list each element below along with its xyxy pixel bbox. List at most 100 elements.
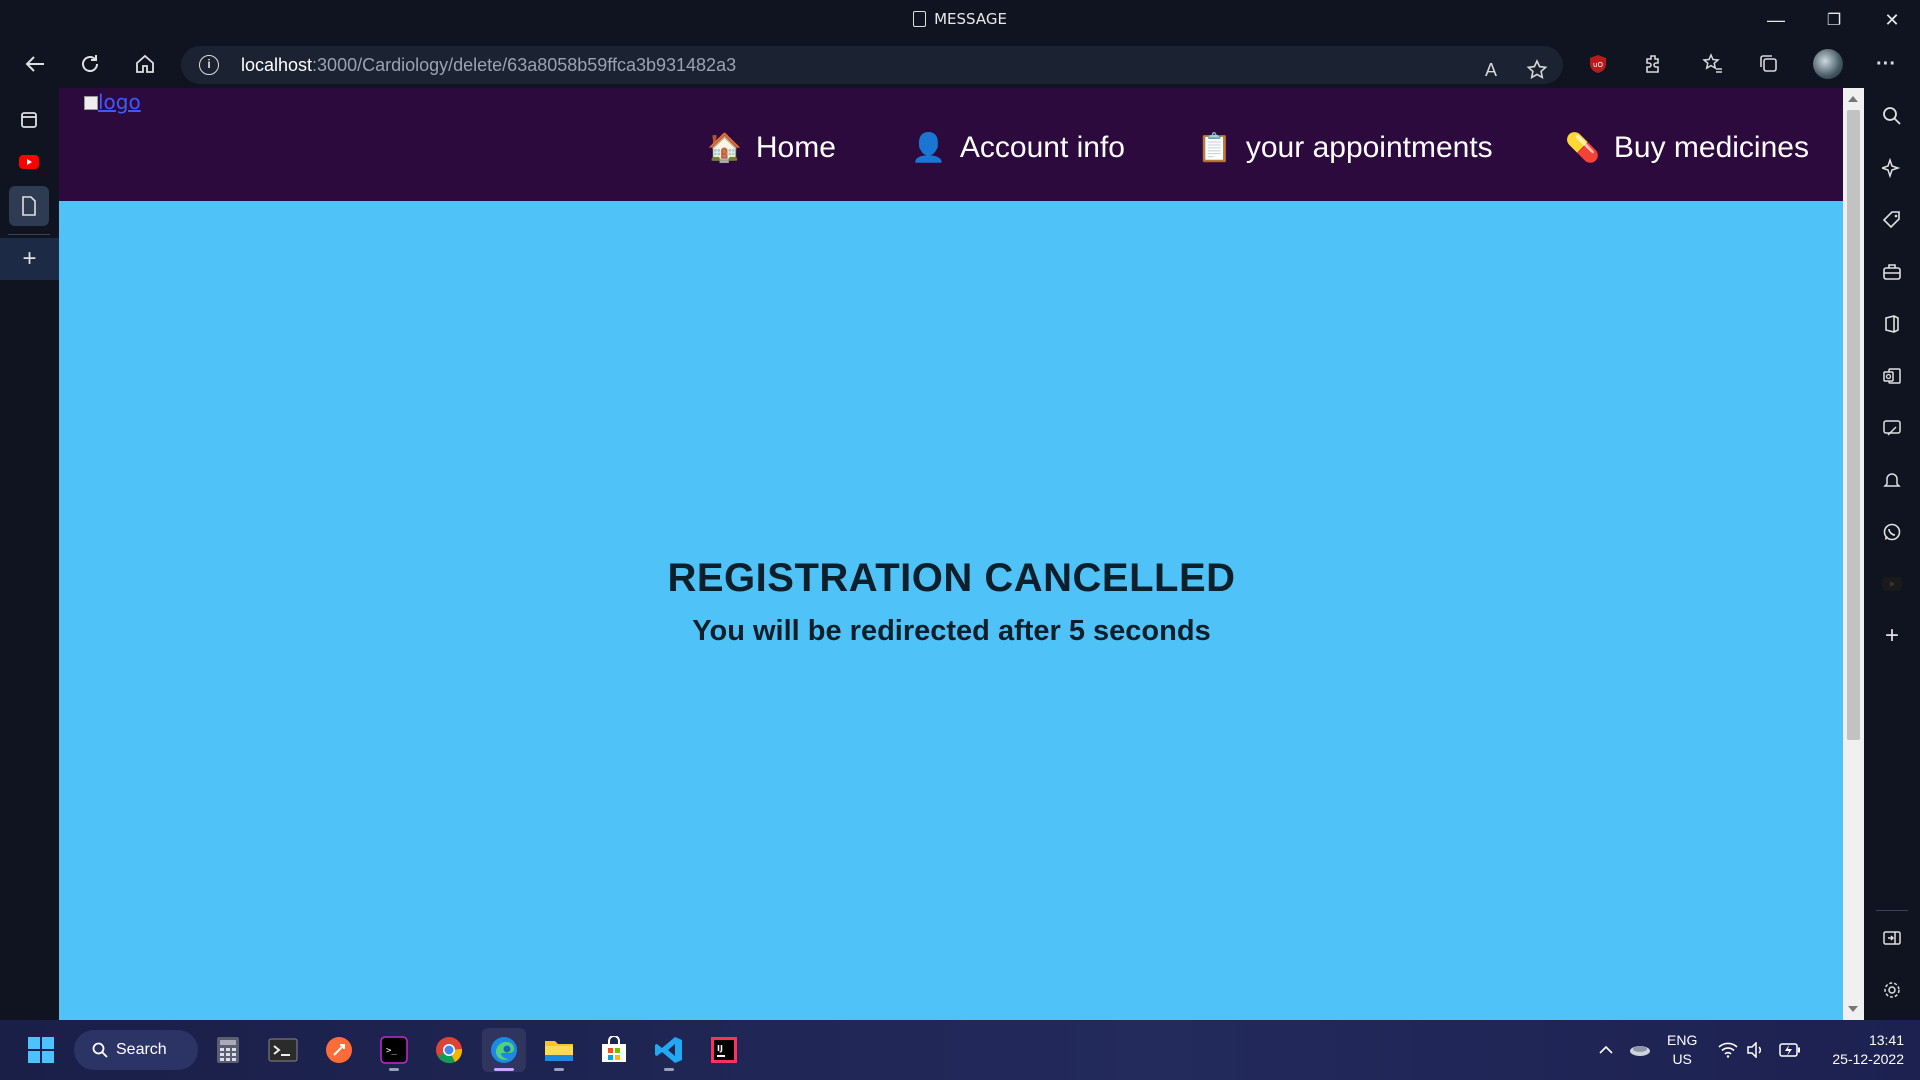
- home-icon: 🏠: [707, 132, 742, 163]
- sidebar-add-icon[interactable]: +: [1872, 616, 1912, 656]
- svg-text:>_: >_: [386, 1046, 397, 1056]
- chrome-app[interactable]: [427, 1028, 471, 1072]
- broken-image-icon: [84, 96, 98, 110]
- sidebar-hide-icon[interactable]: [1872, 918, 1912, 958]
- terminal-app[interactable]: [261, 1028, 305, 1072]
- browser-toolbar: i localhost:3000/Cardiology/delete/63a80…: [0, 40, 1920, 88]
- sidebar-youtube-icon[interactable]: [1872, 564, 1912, 604]
- running-indicator: [554, 1068, 564, 1071]
- scroll-up-icon[interactable]: [1848, 96, 1858, 102]
- start-button[interactable]: [19, 1028, 63, 1072]
- home-button[interactable]: [125, 46, 165, 82]
- clock-date: 25-12-2022: [1832, 1051, 1904, 1067]
- sidebar-bell-icon[interactable]: [1872, 460, 1912, 500]
- language-indicator[interactable]: ENG US: [1667, 1020, 1697, 1080]
- volume-tray[interactable]: [1746, 1020, 1764, 1080]
- page-scrollbar[interactable]: [1843, 88, 1864, 1020]
- profile-avatar[interactable]: [1808, 46, 1848, 82]
- sidebar-sparkle-icon[interactable]: [1872, 148, 1912, 188]
- file-explorer-app[interactable]: [537, 1028, 581, 1072]
- home-icon: [136, 54, 154, 73]
- nav-account-info[interactable]: 👤 Account info: [911, 128, 1125, 168]
- sidebar-divider: [1876, 910, 1908, 911]
- info-icon[interactable]: i: [199, 55, 219, 75]
- vertical-tabs-panel: +: [0, 88, 59, 1020]
- sidebar-drop-icon[interactable]: [1872, 408, 1912, 448]
- running-indicator: [389, 1068, 399, 1071]
- nav-buy-medicines[interactable]: 💊 Buy medicines: [1565, 128, 1809, 168]
- intellij-icon: IJ: [711, 1037, 737, 1063]
- back-arrow-icon: [25, 56, 44, 72]
- store-app[interactable]: [592, 1028, 636, 1072]
- add-favorite-icon[interactable]: [1517, 52, 1557, 88]
- tab-actions-icon: [21, 112, 37, 128]
- clock[interactable]: 13:41 25-12-2022: [1816, 1020, 1904, 1080]
- terminal-icon: [268, 1038, 298, 1062]
- calculator-app[interactable]: [206, 1028, 250, 1072]
- collections-icon[interactable]: [1749, 46, 1789, 82]
- battery-tray[interactable]: [1779, 1020, 1801, 1080]
- message-heading: REGISTRATION CANCELLED: [667, 556, 1236, 600]
- sidebar-shopping-tag-icon[interactable]: [1872, 200, 1912, 240]
- new-tab-button[interactable]: +: [0, 238, 59, 280]
- onedrive-tray[interactable]: [1629, 1020, 1651, 1080]
- edge-app[interactable]: [482, 1028, 526, 1072]
- favorites-icon[interactable]: [1693, 46, 1733, 82]
- window-title: MESSAGE: [0, 10, 1920, 28]
- window-title-bar: MESSAGE — ❐ ✕: [0, 0, 1920, 40]
- minimize-button[interactable]: —: [1748, 0, 1804, 40]
- svg-text:IJ: IJ: [717, 1044, 723, 1053]
- url-text[interactable]: localhost:3000/Cardiology/delete/63a8058…: [241, 55, 736, 76]
- intellij-app[interactable]: IJ: [702, 1028, 746, 1072]
- sidebar-tools-icon[interactable]: [1872, 252, 1912, 292]
- sidebar-settings-icon[interactable]: [1872, 970, 1912, 1010]
- postman-app[interactable]: [317, 1028, 361, 1072]
- scroll-down-icon[interactable]: [1848, 1006, 1858, 1012]
- nav-your-appointments[interactable]: 📋 your appointments: [1197, 128, 1493, 168]
- clipboard-icon: 📋: [1197, 132, 1232, 163]
- search-icon: [92, 1042, 108, 1058]
- document-icon: [22, 196, 36, 216]
- document-icon: [913, 11, 927, 27]
- vscode-icon: [655, 1037, 682, 1063]
- cancellation-message: REGISTRATION CANCELLED You will be redir…: [59, 556, 1844, 648]
- sidebar-search-icon[interactable]: [1872, 96, 1912, 136]
- sidebar-outlook-icon[interactable]: [1872, 356, 1912, 396]
- battery-charging-icon: [1779, 1043, 1800, 1057]
- chevron-up-icon: [1599, 1045, 1613, 1054]
- tab-message[interactable]: [9, 186, 49, 226]
- scroll-thumb[interactable]: [1847, 110, 1860, 740]
- svg-text:uO: uO: [1593, 61, 1603, 69]
- sidebar-office-icon[interactable]: [1872, 304, 1912, 344]
- settings-more-button[interactable]: ···: [1866, 46, 1906, 82]
- close-button[interactable]: ✕: [1864, 0, 1920, 40]
- redirect-notice: You will be redirected after 5 seconds: [692, 615, 1211, 647]
- show-hidden-icons[interactable]: [1598, 1020, 1614, 1080]
- wifi-tray[interactable]: [1718, 1020, 1738, 1080]
- back-button[interactable]: [15, 46, 55, 82]
- chrome-icon: [436, 1037, 463, 1064]
- sidebar-whatsapp-icon[interactable]: [1872, 512, 1912, 552]
- tab-youtube[interactable]: [9, 142, 49, 182]
- restore-button[interactable]: ❐: [1806, 0, 1862, 40]
- refresh-button[interactable]: [70, 46, 110, 82]
- extensions-icon[interactable]: [1634, 46, 1674, 82]
- logo-link[interactable]: logo: [84, 90, 141, 114]
- refresh-icon: [82, 55, 98, 72]
- address-bar[interactable]: i localhost:3000/Cardiology/delete/63a80…: [181, 46, 1563, 84]
- read-aloud-icon[interactable]: A: [1471, 52, 1511, 88]
- vscode-app[interactable]: [647, 1028, 691, 1072]
- running-indicator: [494, 1068, 514, 1071]
- taskbar-search[interactable]: Search: [74, 1030, 198, 1070]
- hyper-terminal-app[interactable]: >_: [372, 1028, 416, 1072]
- wifi-icon: [1718, 1042, 1738, 1058]
- youtube-icon: [19, 155, 39, 169]
- store-icon: [602, 1036, 626, 1062]
- tab-actions-button[interactable]: [9, 100, 49, 140]
- edge-icon: [491, 1037, 517, 1063]
- windows-logo-icon: [28, 1037, 54, 1063]
- ublock-extension-icon[interactable]: uO: [1578, 46, 1618, 82]
- edge-sidebar: +: [1864, 88, 1920, 1020]
- site-navbar: logo 🏠 Home 👤 Account info 📋 your appointme…: [59, 88, 1844, 201]
- nav-home[interactable]: 🏠 Home: [707, 128, 836, 168]
